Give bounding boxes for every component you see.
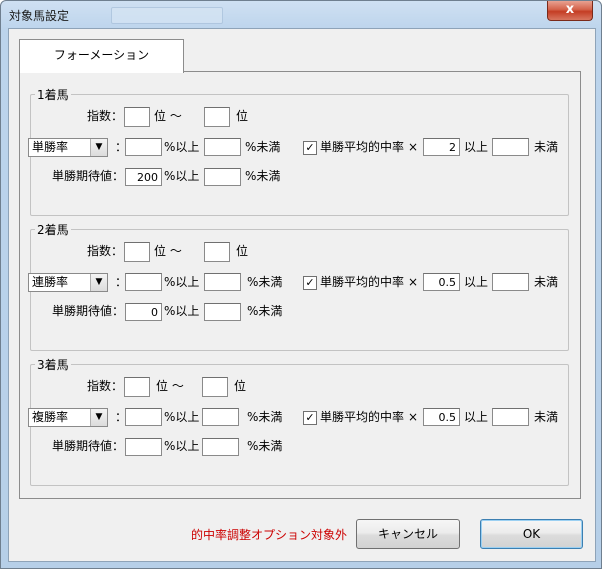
hit-rate-adjust-note: 的中率調整オプション対象外 (191, 528, 348, 542)
rate-min-input[interactable] (125, 138, 162, 156)
avg-hit-rate-checkbox[interactable]: ✓ (303, 141, 317, 155)
blurred-title-fragment (111, 7, 223, 24)
avg-hit-rate-label: 単勝平均的中率 (320, 410, 405, 424)
group-title: 1着馬 (35, 86, 71, 103)
window-title: 対象馬設定 (9, 9, 70, 23)
group-first-horse: 1着馬 指数： 位 〜 位 単勝率 ▼ ： %以上 %未満 ✓ 単勝平均的中率 … (28, 86, 569, 216)
rank-to-label: 位 (236, 244, 249, 258)
upper-limit-input[interactable] (492, 273, 529, 291)
dialog-window: 対象馬設定 x フォーメーション 1着馬 指数： 位 〜 位 単勝率 ▼ ： %… (0, 0, 602, 569)
rank-from-input[interactable] (124, 377, 150, 397)
rate-type-value: 単勝率 (32, 140, 69, 154)
expect-min-input[interactable] (125, 438, 162, 456)
pct-under-label: %未満 (247, 439, 283, 453)
index-label: 指数： (87, 109, 124, 123)
pct-under-label: %未満 (247, 410, 283, 424)
pct-over-label: %以上 (164, 439, 200, 453)
avg-hit-rate-label: 単勝平均的中率 (320, 140, 405, 154)
rank-to-input[interactable] (204, 242, 230, 262)
under-label: 未満 (534, 410, 559, 424)
over-label: 以上 (464, 275, 489, 289)
pct-under-label: %未満 (245, 140, 281, 154)
rate-type-select[interactable]: 複勝率 ▼ (28, 408, 108, 427)
group-title: 3着馬 (35, 356, 71, 373)
expect-label: 単勝期待値： (52, 169, 125, 183)
avg-hit-rate-checkbox[interactable]: ✓ (303, 411, 317, 425)
multiplier-input[interactable]: 0.5 (423, 408, 460, 426)
pct-over-label: %以上 (164, 275, 200, 289)
rate-max-input[interactable] (204, 138, 241, 156)
rank-to-label: 位 (236, 109, 249, 123)
group-third-horse: 3着馬 指数： 位 〜 位 複勝率 ▼ ： %以上 %未満 ✓ 単勝平均的中率 … (28, 356, 569, 486)
rate-max-input[interactable] (204, 273, 241, 291)
close-button[interactable]: x (547, 1, 593, 21)
rank-from-input[interactable] (124, 242, 150, 262)
multiplier-input[interactable]: 0.5 (423, 273, 460, 291)
rate-max-input[interactable] (202, 408, 239, 426)
times-label: × (408, 140, 419, 154)
expect-max-input[interactable] (202, 438, 239, 456)
upper-limit-input[interactable] (492, 408, 529, 426)
under-label: 未満 (534, 140, 559, 154)
expect-max-input[interactable] (204, 168, 241, 186)
expect-min-input[interactable]: 200 (125, 168, 162, 186)
pct-over-label: %以上 (164, 140, 200, 154)
rate-type-select[interactable]: 単勝率 ▼ (28, 138, 108, 157)
dialog-client-area: フォーメーション 1着馬 指数： 位 〜 位 単勝率 ▼ ： %以上 %未満 ✓… (8, 28, 596, 562)
rate-type-value: 連勝率 (32, 275, 69, 289)
times-label: × (408, 275, 419, 289)
rank-to-label: 位 (234, 379, 247, 393)
rank-from-input[interactable] (124, 107, 150, 127)
pct-under-label: %未満 (247, 275, 283, 289)
under-label: 未満 (534, 275, 559, 289)
group-title: 2着馬 (35, 221, 71, 238)
group-second-horse: 2着馬 指数： 位 〜 位 連勝率 ▼ ： %以上 %未満 ✓ 単勝平均的中率 … (28, 221, 569, 351)
rate-min-input[interactable] (125, 273, 162, 291)
pct-over-label: %以上 (164, 169, 200, 183)
expect-max-input[interactable] (204, 303, 241, 321)
over-label: 以上 (464, 140, 489, 154)
rank-from-label: 位 〜 (154, 109, 182, 123)
pct-over-label: %以上 (164, 410, 200, 424)
rank-to-input[interactable] (202, 377, 228, 397)
rate-type-value: 複勝率 (32, 410, 69, 424)
rank-to-input[interactable] (204, 107, 230, 127)
rank-from-label: 位 〜 (156, 379, 184, 393)
expect-label: 単勝期待値： (52, 439, 125, 453)
upper-limit-input[interactable] (492, 138, 529, 156)
rank-from-label: 位 〜 (154, 244, 182, 258)
ok-button[interactable]: OK (480, 519, 583, 549)
expect-label: 単勝期待値： (52, 304, 125, 318)
chevron-down-icon[interactable]: ▼ (90, 139, 107, 156)
chevron-down-icon[interactable]: ▼ (90, 274, 107, 291)
title-bar[interactable]: 対象馬設定 x (1, 1, 601, 27)
times-label: × (408, 410, 419, 424)
rate-type-select[interactable]: 連勝率 ▼ (28, 273, 108, 292)
pct-under-label: %未満 (245, 169, 281, 183)
chevron-down-icon[interactable]: ▼ (90, 409, 107, 426)
cancel-button[interactable]: キャンセル (356, 519, 460, 549)
avg-hit-rate-checkbox[interactable]: ✓ (303, 276, 317, 290)
index-label: 指数： (87, 379, 124, 393)
tab-formation[interactable]: フォーメーション (19, 39, 184, 73)
expect-min-input[interactable]: 0 (125, 303, 162, 321)
pct-under-label: %未満 (247, 304, 283, 318)
over-label: 以上 (464, 410, 489, 424)
tab-panel-formation: 1着馬 指数： 位 〜 位 単勝率 ▼ ： %以上 %未満 ✓ 単勝平均的中率 … (19, 71, 581, 499)
pct-over-label: %以上 (164, 304, 200, 318)
rate-min-input[interactable] (125, 408, 162, 426)
index-label: 指数： (87, 244, 124, 258)
multiplier-input[interactable]: 2 (423, 138, 460, 156)
avg-hit-rate-label: 単勝平均的中率 (320, 275, 405, 289)
